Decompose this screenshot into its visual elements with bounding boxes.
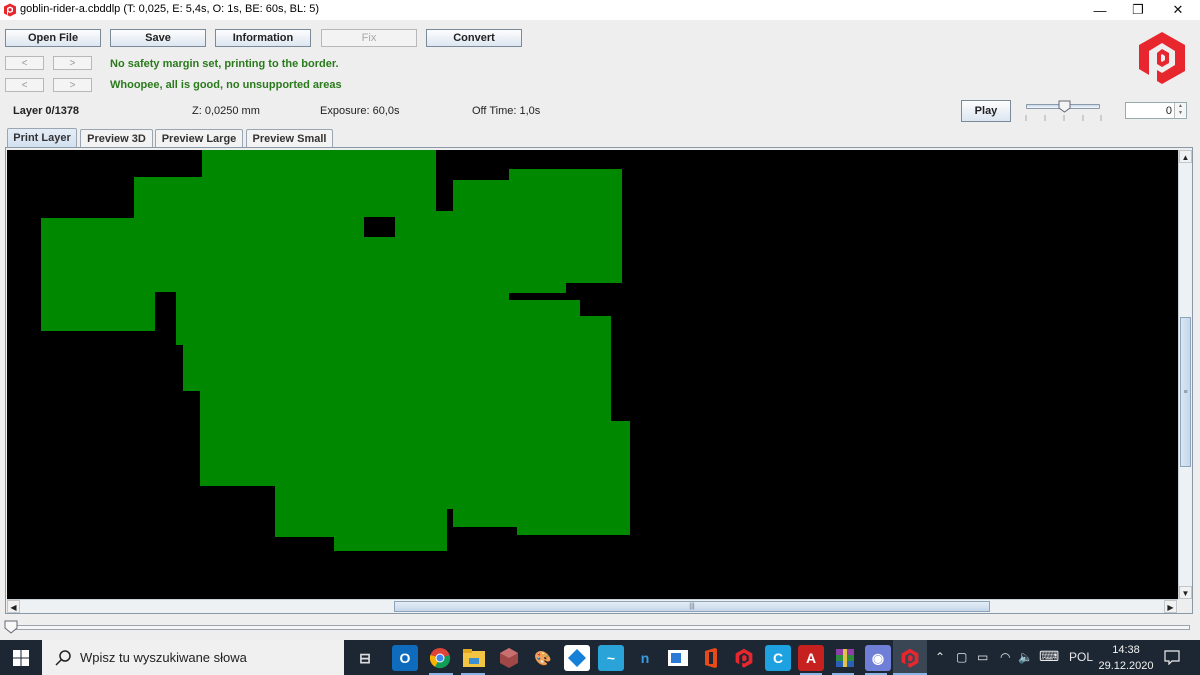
layer-preview-canvas[interactable]: [7, 150, 1178, 599]
meet-now-icon[interactable]: ▢: [956, 650, 967, 664]
layer-spinner-value[interactable]: 0: [1166, 105, 1172, 117]
off-time: Off Time: 1,0s: [472, 105, 541, 117]
vertical-scrollbar[interactable]: ▲ ≡ ▼: [1178, 150, 1192, 599]
office-icon[interactable]: [698, 645, 724, 671]
clock-time: 14:38: [1112, 644, 1140, 656]
speed-slider-thumb[interactable]: [1058, 100, 1071, 113]
information-button[interactable]: Information: [215, 29, 311, 47]
speed-slider-ticks: [1025, 115, 1102, 121]
unsupported-areas-message: Whoopee, all is good, no unsupported are…: [110, 79, 342, 91]
clock-date: 29.12.2020: [1098, 660, 1154, 672]
wifi-icon[interactable]: ◠: [1000, 650, 1010, 664]
clock[interactable]: 14:38 29.12.2020: [1096, 642, 1156, 674]
c-app-icon[interactable]: C: [765, 645, 791, 671]
scroll-left-icon[interactable]: ◀: [7, 600, 20, 613]
tab-preview-large[interactable]: Preview Large: [155, 129, 243, 147]
show-hidden-icons-icon[interactable]: ⌃: [935, 650, 945, 664]
task-view-icon[interactable]: ⊟: [352, 645, 378, 671]
chitubox-logo-icon: [1139, 32, 1185, 84]
window-app-icon[interactable]: [665, 645, 691, 671]
chrome-icon[interactable]: [427, 645, 453, 671]
exposure-time: Exposure: 60,0s: [320, 105, 400, 117]
horizontal-scroll-thumb[interactable]: |||: [394, 601, 990, 612]
minimize-button[interactable]: —: [1080, 0, 1120, 20]
z-height: Z: 0,0250 mm: [192, 105, 260, 117]
layer-green-shape: [41, 150, 630, 551]
layer-spinner[interactable]: 0 ▲ ▼: [1125, 102, 1187, 119]
app-logo-icon: [4, 3, 16, 17]
chitubox-active-icon[interactable]: [893, 640, 927, 675]
chitubox-icon[interactable]: [731, 645, 757, 671]
taskbar-search[interactable]: Wpisz tu wyszukiwane słowa: [42, 640, 344, 675]
3d-app-icon[interactable]: [496, 645, 522, 671]
winrar-icon[interactable]: [832, 645, 858, 671]
prev-margin-issue-button[interactable]: <: [5, 56, 44, 70]
layer-slider[interactable]: [4, 620, 1190, 638]
title-bar: goblin-rider-a.cbddlp (T: 0,025, E: 5,4s…: [0, 0, 1200, 20]
scroll-down-icon[interactable]: ▼: [1179, 586, 1192, 599]
layer-counter: Layer 0/1378: [13, 105, 80, 117]
outlook-icon[interactable]: O: [392, 645, 418, 671]
open-file-button[interactable]: Open File: [5, 29, 101, 47]
acrobat-icon[interactable]: A: [798, 645, 824, 671]
layer-slider-thumb[interactable]: [4, 620, 18, 634]
diamond-app-icon[interactable]: [564, 645, 590, 671]
language-indicator[interactable]: POL: [1069, 650, 1093, 664]
scroll-up-icon[interactable]: ▲: [1179, 150, 1192, 163]
tab-preview-3d[interactable]: Preview 3D: [80, 129, 153, 147]
vertical-scroll-thumb[interactable]: ≡: [1180, 317, 1191, 467]
play-button[interactable]: Play: [961, 100, 1011, 122]
prev-unsupported-button[interactable]: <: [5, 78, 44, 92]
fix-button[interactable]: Fix: [321, 29, 417, 47]
tab-preview-small[interactable]: Preview Small: [246, 129, 333, 147]
close-button[interactable]: ✕: [1158, 0, 1198, 20]
search-placeholder: Wpisz tu wyszukiwane słowa: [80, 650, 247, 665]
window-title: goblin-rider-a.cbddlp (T: 0,025, E: 5,4s…: [20, 3, 319, 15]
notification-icon[interactable]: [1164, 649, 1180, 665]
windows-taskbar: Wpisz tu wyszukiwane słowa ⊟ O 🎨 ~ n C A…: [0, 640, 1200, 675]
discord-icon[interactable]: ◉: [865, 645, 891, 671]
battery-icon[interactable]: ▭: [977, 650, 988, 664]
layer-slider-track: [10, 625, 1190, 630]
windows-logo-icon: [13, 649, 29, 666]
convert-button[interactable]: Convert: [426, 29, 522, 47]
n-app-icon[interactable]: n: [632, 645, 658, 671]
next-unsupported-button[interactable]: >: [53, 78, 92, 92]
file-explorer-icon[interactable]: [461, 645, 487, 671]
wave-app-icon[interactable]: ~: [598, 645, 624, 671]
layer-image: [41, 150, 630, 551]
horizontal-scrollbar[interactable]: ◀ ||| ▶: [7, 599, 1178, 613]
maximize-button[interactable]: ❐: [1118, 0, 1158, 20]
paint-icon[interactable]: 🎨: [530, 645, 556, 671]
spinner-up-icon[interactable]: ▲: [1175, 103, 1186, 110]
tab-print-layer[interactable]: Print Layer: [7, 128, 77, 147]
save-button[interactable]: Save: [110, 29, 206, 47]
spinner-down-icon[interactable]: ▼: [1175, 110, 1186, 117]
start-button[interactable]: [0, 640, 42, 675]
search-icon: [55, 649, 71, 666]
next-margin-issue-button[interactable]: >: [53, 56, 92, 70]
keyboard-icon[interactable]: ⌨: [1039, 648, 1059, 665]
speed-slider[interactable]: [1025, 100, 1103, 124]
volume-icon[interactable]: 🔈: [1018, 650, 1033, 664]
safety-margin-message: No safety margin set, printing to the bo…: [110, 58, 339, 70]
scroll-right-icon[interactable]: ▶: [1164, 600, 1177, 613]
